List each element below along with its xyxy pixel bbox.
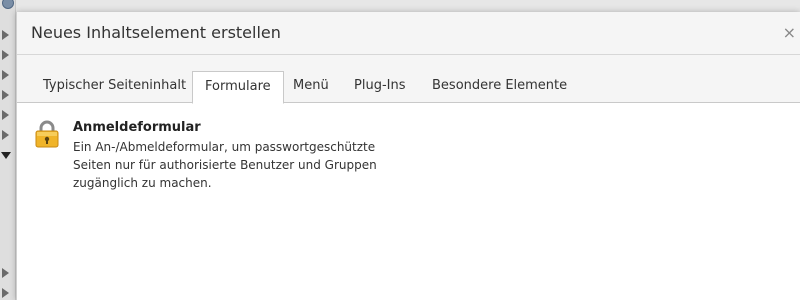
collapse-arrow-icon[interactable] bbox=[1, 152, 11, 159]
description-line: zugänglich zu machen. bbox=[73, 176, 212, 190]
expand-arrow-icon[interactable] bbox=[2, 130, 9, 140]
expand-arrow-icon[interactable] bbox=[2, 70, 9, 80]
globe-icon bbox=[2, 0, 14, 9]
modal-header: Neues Inhaltselement erstellen × bbox=[17, 12, 800, 55]
close-icon[interactable]: × bbox=[783, 24, 796, 42]
expand-arrow-icon[interactable] bbox=[2, 110, 9, 120]
tab-bar: Typischer Seiteninhalt Formulare Menü Pl… bbox=[17, 55, 800, 104]
expand-arrow-icon[interactable] bbox=[2, 90, 9, 100]
tab-forms[interactable]: Formulare bbox=[192, 71, 284, 104]
tab-typical-page-content[interactable]: Typischer Seiteninhalt bbox=[31, 71, 198, 103]
expand-arrow-icon[interactable] bbox=[2, 288, 9, 298]
expand-arrow-icon[interactable] bbox=[2, 268, 9, 278]
tab-menu[interactable]: Menü bbox=[281, 71, 341, 103]
new-content-element-modal: Neues Inhaltselement erstellen × Typisch… bbox=[16, 12, 800, 300]
modal-title: Neues Inhaltselement erstellen bbox=[31, 23, 281, 42]
description-line: Ein An-/Abmeldeformular, um passwortgesc… bbox=[73, 140, 376, 154]
page-tree-strip bbox=[0, 0, 16, 300]
expand-arrow-icon[interactable] bbox=[2, 50, 9, 60]
element-title: Anmeldeformular bbox=[73, 120, 201, 135]
tab-special-elements[interactable]: Besondere Elemente bbox=[420, 71, 579, 103]
tab-content: Anmeldeformular Ein An-/Abmeldeformular,… bbox=[17, 104, 800, 300]
lock-icon bbox=[35, 120, 59, 148]
tab-plugins[interactable]: Plug-Ins bbox=[342, 71, 417, 103]
description-line: Seiten nur für authorisierte Benutzer un… bbox=[73, 158, 377, 172]
element-description: Ein An-/Abmeldeformular, um passwortgesc… bbox=[73, 138, 413, 192]
expand-arrow-icon[interactable] bbox=[2, 30, 9, 40]
